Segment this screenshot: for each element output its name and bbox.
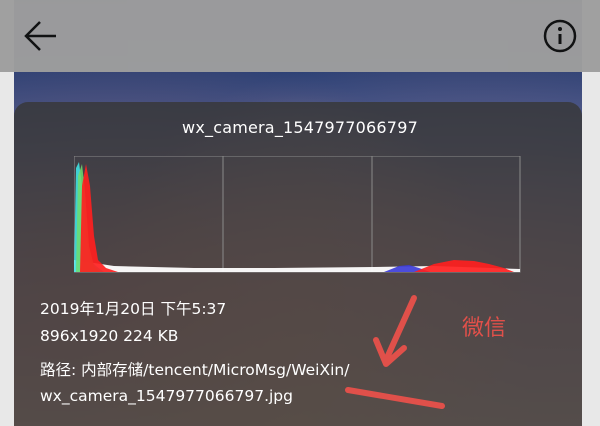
histogram-red-bump: [414, 260, 514, 272]
histogram-red-peak: [80, 164, 118, 272]
annotation-arrow: [373, 295, 417, 367]
dimensions-size-text: 896x1920 224 KB: [40, 327, 179, 345]
color-histogram: [74, 156, 521, 273]
histogram-frame: [74, 156, 521, 273]
file-title: wx_camera_1547977066797: [182, 118, 418, 137]
back-button[interactable]: [18, 14, 62, 58]
arrow-left-icon: [24, 21, 56, 51]
info-circle-icon: [543, 19, 577, 53]
file-path-line2: wx_camera_1547977066797.jpg: [40, 387, 293, 405]
date-time-text: 2019年1月20日 下午5:37: [40, 300, 227, 318]
file-path-line1: 路径: 内部存储/tencent/MicroMsg/WeiXin/: [40, 361, 350, 379]
annotation-underline: [345, 387, 445, 409]
info-button[interactable]: [538, 14, 582, 58]
annotation-label: 微信: [462, 316, 507, 341]
top-toolbar: [0, 0, 600, 72]
